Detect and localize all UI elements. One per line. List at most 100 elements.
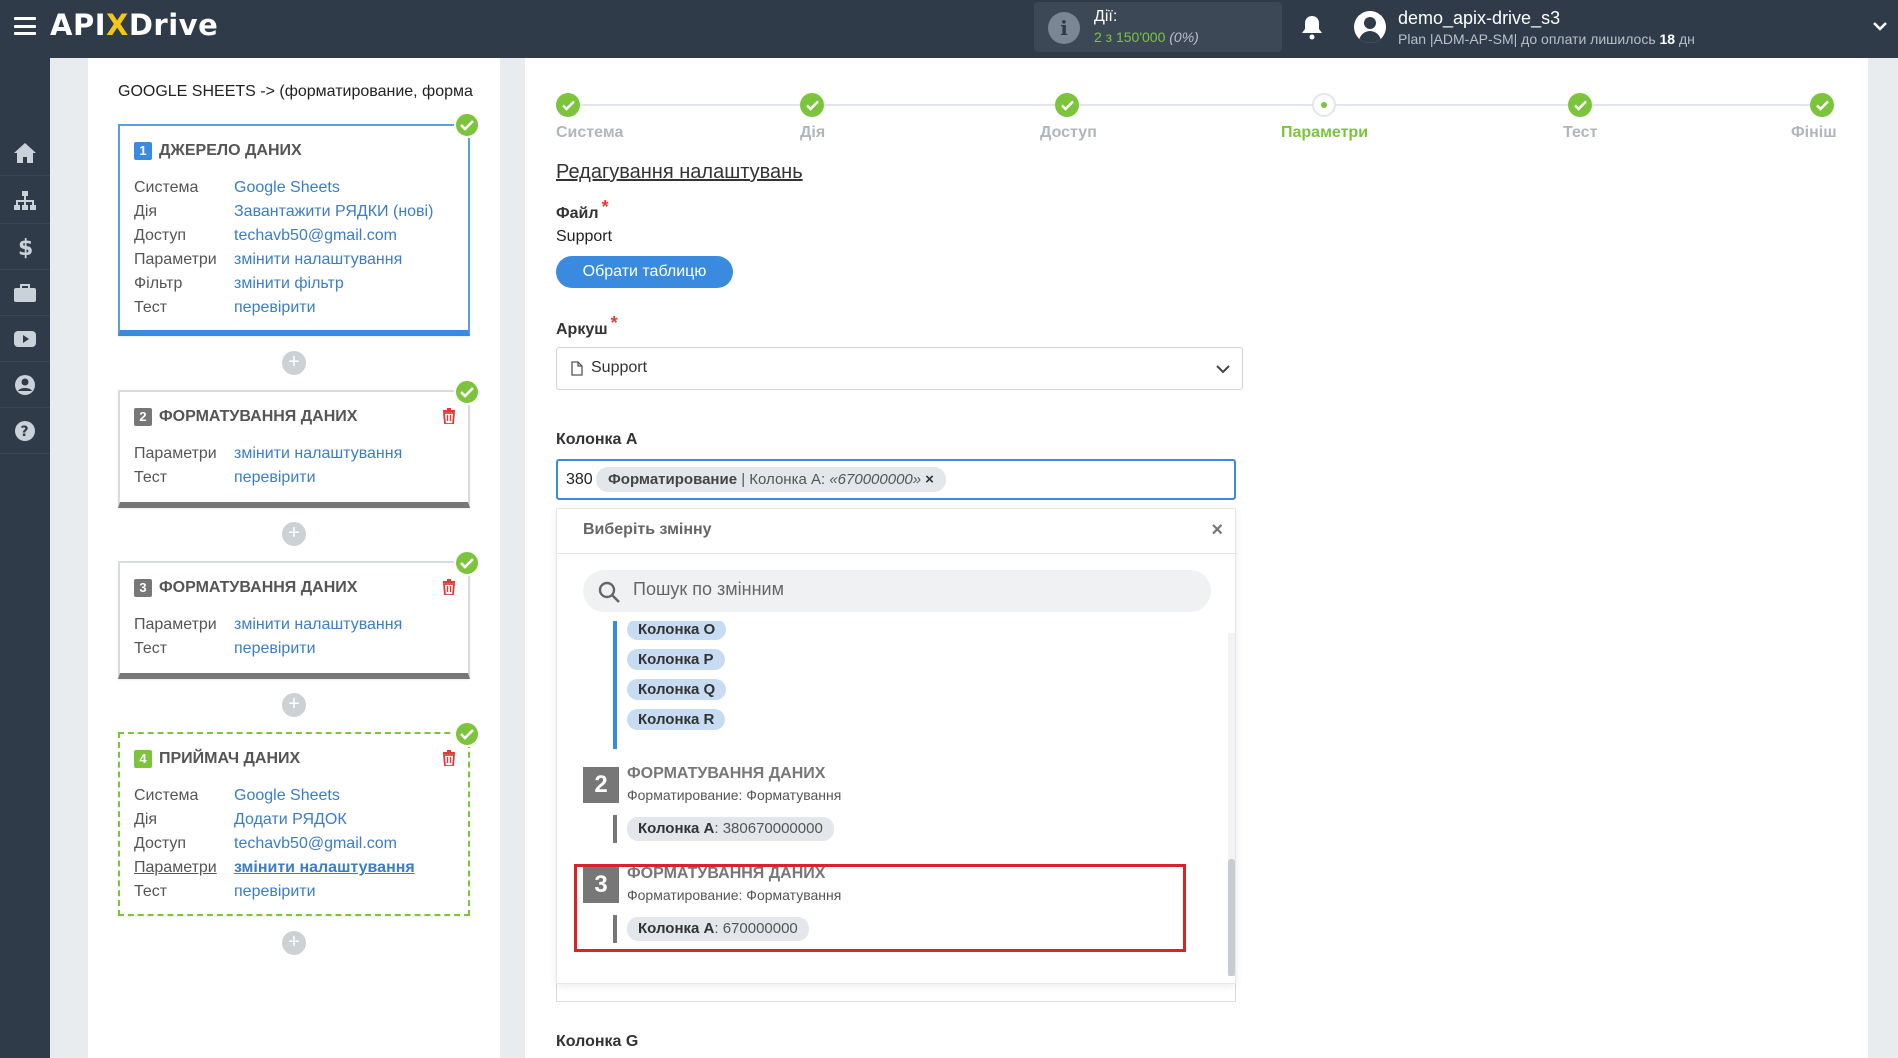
dollar-icon[interactable]: $ bbox=[0, 224, 50, 270]
group-bar bbox=[613, 815, 617, 843]
home-icon[interactable] bbox=[0, 130, 50, 176]
progress-line bbox=[568, 104, 1822, 106]
variable-chip[interactable]: Колонка O bbox=[627, 621, 727, 640]
row-link[interactable]: змінити налаштування bbox=[234, 251, 402, 269]
variable-search[interactable] bbox=[583, 570, 1211, 612]
row-link[interactable]: Завантажити РЯДКИ (нові) bbox=[234, 203, 433, 221]
step-label-test[interactable]: Тест bbox=[1563, 124, 1597, 142]
row-link[interactable]: змінити налаштування bbox=[234, 616, 402, 634]
row-link[interactable]: змінити налаштування bbox=[234, 445, 402, 463]
step-done-icon[interactable] bbox=[1810, 93, 1834, 117]
block-row: Дія Додати РЯДОК bbox=[134, 811, 347, 828]
actions-label: Дії: bbox=[1094, 8, 1118, 25]
close-icon[interactable]: × bbox=[1211, 519, 1223, 542]
apixdrive-logo[interactable]: APIXDrive bbox=[50, 8, 218, 42]
divider bbox=[557, 553, 1237, 554]
row-link[interactable]: перевірити bbox=[234, 883, 316, 901]
trash-icon[interactable] bbox=[442, 750, 456, 766]
row-link[interactable]: перевірити bbox=[234, 299, 316, 317]
block-row: Система Google Sheets bbox=[134, 179, 340, 196]
sidebar: $ ? bbox=[0, 58, 50, 1058]
remove-tag-icon[interactable]: × bbox=[925, 471, 934, 488]
sheet-label: Аркуш * bbox=[556, 313, 618, 338]
sheet-select[interactable]: Support bbox=[556, 347, 1243, 390]
chevron-down-icon[interactable] bbox=[1872, 18, 1888, 34]
trash-icon[interactable] bbox=[442, 579, 456, 595]
column-g-label: Колонка G bbox=[556, 1033, 639, 1050]
step-current-icon[interactable] bbox=[1312, 93, 1336, 117]
add-block-button[interactable]: + bbox=[282, 351, 306, 375]
chevron-down-icon bbox=[1216, 365, 1230, 374]
search-input[interactable] bbox=[633, 579, 1173, 600]
row-link[interactable]: перевірити bbox=[234, 640, 316, 658]
variable-chip[interactable]: Колонка A: 380670000000 bbox=[627, 817, 834, 841]
source-block[interactable]: 1 ДЖЕРЕЛО ДАНИХ Система Google Sheets Дія З… bbox=[118, 124, 470, 336]
select-table-button[interactable]: Обрати таблицю bbox=[556, 256, 733, 288]
add-block-button[interactable]: + bbox=[282, 522, 306, 546]
row-link[interactable]: Google Sheets bbox=[234, 787, 340, 805]
group-subtitle: Форматирование: Форматування bbox=[627, 787, 842, 803]
block-row: Фільтр змінити фільтр bbox=[134, 275, 344, 292]
add-block-button[interactable]: + bbox=[282, 931, 306, 955]
row-link[interactable]: Google Sheets bbox=[234, 179, 340, 197]
block-row: Система Google Sheets bbox=[134, 787, 340, 804]
dropdown-title: Виберіть змінну bbox=[583, 521, 712, 538]
group-bar bbox=[613, 621, 617, 749]
step-label-finish[interactable]: Фініш bbox=[1791, 124, 1837, 142]
block-row: Доступ techavb50@gmail.com bbox=[134, 835, 397, 852]
scrollbar[interactable] bbox=[1228, 633, 1235, 976]
block-row: Параметри змінити налаштування bbox=[134, 251, 403, 268]
step-done-icon[interactable] bbox=[1568, 93, 1592, 117]
scrollbar-thumb[interactable] bbox=[1228, 859, 1235, 976]
section-title: Редагування налаштувань bbox=[556, 161, 803, 183]
formatting-block-2[interactable]: 2 ФОРМАТУВАННЯ ДАНИХ Параметри змінити нал… bbox=[118, 390, 470, 508]
sitemap-icon[interactable] bbox=[0, 178, 50, 224]
destination-block[interactable]: 4 ПРИЙМАЧ ДАНИХ Система Google Sheets Дія Д… bbox=[118, 732, 470, 916]
step-label-action[interactable]: Дія bbox=[800, 124, 825, 142]
panel-header-cut bbox=[556, 60, 1056, 68]
row-link[interactable]: techavb50@gmail.com bbox=[234, 835, 397, 853]
help-icon[interactable]: ? bbox=[0, 408, 50, 454]
user-name[interactable]: demo_apix-drive_s3 bbox=[1398, 8, 1560, 29]
step-done-icon[interactable] bbox=[800, 93, 824, 117]
avatar[interactable] bbox=[1354, 11, 1386, 43]
trash-icon[interactable] bbox=[442, 408, 456, 424]
variable-chip[interactable]: Колонка P bbox=[627, 649, 725, 670]
user-icon[interactable] bbox=[0, 362, 50, 408]
step-label-system[interactable]: Система bbox=[556, 124, 623, 142]
step-label-access[interactable]: Доступ bbox=[1040, 124, 1097, 142]
briefcase-icon[interactable] bbox=[0, 270, 50, 316]
bell-icon[interactable] bbox=[1300, 14, 1324, 40]
menu-toggle-icon[interactable] bbox=[14, 17, 36, 35]
info-icon: i bbox=[1048, 12, 1080, 44]
variable-tag: Форматирование | Колонка A: «670000000» × bbox=[596, 467, 946, 492]
row-link[interactable]: змінити налаштування bbox=[234, 859, 415, 877]
file-value: Support bbox=[556, 228, 613, 245]
check-icon bbox=[454, 721, 480, 747]
variable-chip[interactable]: Колонка R bbox=[627, 709, 726, 730]
block-row: Тест перевірити bbox=[134, 640, 316, 657]
check-icon bbox=[454, 379, 480, 405]
video-icon[interactable] bbox=[0, 316, 50, 362]
variable-chip[interactable]: Колонка Q bbox=[627, 679, 727, 700]
step-done-icon[interactable] bbox=[1055, 93, 1079, 117]
step-label-parameters[interactable]: Параметри bbox=[1281, 124, 1368, 142]
search-icon bbox=[598, 581, 620, 603]
row-link[interactable]: Додати РЯДОК bbox=[234, 811, 347, 829]
actions-counter: i Дії: 2 з 150'000 (0%) bbox=[1034, 2, 1282, 52]
top-bar: APIXDrive i Дії: 2 з 150'000 (0%) demo_a… bbox=[0, 0, 1898, 58]
check-icon bbox=[454, 550, 480, 576]
step-done-icon[interactable] bbox=[556, 93, 580, 117]
row-link[interactable]: змінити фільтр bbox=[234, 275, 344, 293]
actions-count: 2 з 150'000 (0%) bbox=[1094, 29, 1199, 45]
column-a-input[interactable]: 380 Форматирование | Колонка A: «6700000… bbox=[556, 459, 1236, 500]
formatting-block-3[interactable]: 3 ФОРМАТУВАННЯ ДАНИХ Параметри змінити нал… bbox=[118, 561, 470, 679]
svg-text:$: $ bbox=[18, 236, 33, 259]
block-row: Параметри змінити налаштування bbox=[134, 445, 403, 462]
row-link[interactable]: перевірити bbox=[234, 469, 316, 487]
highlight-box bbox=[574, 864, 1186, 952]
block-row: Тест перевірити bbox=[134, 299, 316, 316]
add-block-button[interactable]: + bbox=[282, 693, 306, 717]
group-title: ФОРМАТУВАННЯ ДАНИХ bbox=[627, 765, 826, 782]
row-link[interactable]: techavb50@gmail.com bbox=[234, 227, 397, 245]
